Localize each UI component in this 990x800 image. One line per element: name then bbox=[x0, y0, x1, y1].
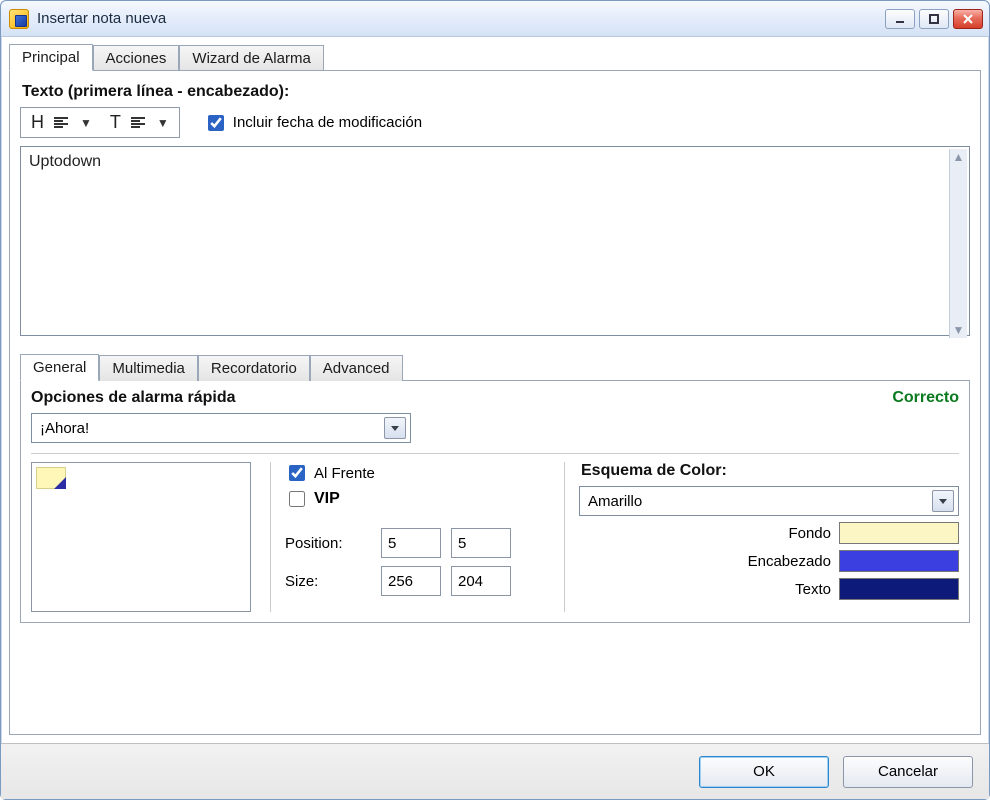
color-scheme-combo[interactable]: Amarillo bbox=[579, 486, 959, 516]
tab-general[interactable]: General bbox=[20, 354, 99, 381]
format-toolbar: H ▼ T ▼ bbox=[20, 107, 180, 138]
quick-alarm-dropdown-icon[interactable] bbox=[384, 417, 406, 439]
tab-acciones[interactable]: Acciones bbox=[93, 45, 180, 71]
cancel-button[interactable]: Cancelar bbox=[843, 756, 973, 788]
position-x-input[interactable] bbox=[381, 528, 441, 558]
heading-align-icon[interactable] bbox=[54, 117, 68, 128]
color-column: Esquema de Color: Amarillo Fondo bbox=[579, 462, 959, 612]
inner-tabstrip: General Multimedia Recordatorio Advanced bbox=[20, 351, 970, 381]
position-y-input[interactable] bbox=[451, 528, 511, 558]
window-frame: Insertar nota nueva Principal Acciones W… bbox=[0, 0, 990, 800]
vip-checkbox[interactable]: VIP bbox=[285, 488, 552, 510]
vip-label: VIP bbox=[314, 490, 340, 508]
size-w-input[interactable] bbox=[381, 566, 441, 596]
color-encabezado-swatch[interactable] bbox=[839, 550, 959, 572]
titlebar: Insertar nota nueva bbox=[1, 1, 989, 37]
color-texto-label: Texto bbox=[795, 581, 831, 598]
preview-column bbox=[31, 462, 271, 612]
include-mod-date-checkbox[interactable]: Incluir fecha de modificación bbox=[204, 112, 422, 134]
color-fondo-label: Fondo bbox=[788, 525, 831, 542]
options-column: Al Frente VIP Position: bbox=[285, 462, 565, 612]
minimize-button[interactable] bbox=[885, 9, 915, 29]
text-dropdown-icon[interactable]: ▼ bbox=[157, 116, 169, 130]
text-align-icon[interactable] bbox=[131, 117, 145, 128]
color-scheme-value: Amarillo bbox=[588, 493, 642, 510]
scroll-down-icon[interactable]: ▼ bbox=[953, 322, 965, 338]
color-encabezado-label: Encabezado bbox=[748, 553, 831, 570]
color-scheme-dropdown-icon[interactable] bbox=[932, 490, 954, 512]
maximize-button[interactable] bbox=[919, 9, 949, 29]
main-tabstrip: Principal Acciones Wizard de Alarma bbox=[9, 41, 981, 71]
ok-button[interactable]: OK bbox=[699, 756, 829, 788]
dialog-footer: OK Cancelar bbox=[1, 743, 989, 799]
size-label: Size: bbox=[285, 573, 371, 590]
color-fondo-swatch[interactable] bbox=[839, 522, 959, 544]
color-texto-swatch[interactable] bbox=[839, 578, 959, 600]
tab-multimedia[interactable]: Multimedia bbox=[99, 355, 198, 381]
al-frente-checkbox[interactable]: Al Frente bbox=[285, 462, 552, 484]
quick-alarm-combo[interactable]: ¡Ahora! bbox=[31, 413, 411, 443]
scroll-up-icon[interactable]: ▲ bbox=[953, 149, 965, 165]
note-preview-box bbox=[31, 462, 251, 612]
tab-principal[interactable]: Principal bbox=[9, 44, 93, 71]
vip-input[interactable] bbox=[289, 491, 305, 507]
quick-alarm-value: ¡Ahora! bbox=[40, 420, 89, 437]
app-icon bbox=[9, 9, 29, 29]
inner-tab-panel: Opciones de alarma rápida Correcto ¡Ahor… bbox=[20, 380, 970, 623]
window-title: Insertar nota nueva bbox=[37, 10, 166, 27]
alarm-section-label: Opciones de alarma rápida bbox=[31, 389, 236, 407]
position-label: Position: bbox=[285, 535, 371, 552]
alarm-status-label: Correcto bbox=[892, 389, 959, 407]
include-mod-date-input[interactable] bbox=[208, 115, 224, 131]
note-preview-icon bbox=[36, 467, 66, 489]
close-button[interactable] bbox=[953, 9, 983, 29]
note-textarea[interactable] bbox=[20, 146, 970, 336]
textarea-scrollbar[interactable]: ▲ ▼ bbox=[949, 149, 967, 338]
tab-wizard-alarma[interactable]: Wizard de Alarma bbox=[179, 45, 323, 71]
tab-advanced[interactable]: Advanced bbox=[310, 355, 403, 381]
text-format-button[interactable]: T bbox=[110, 112, 121, 133]
size-h-input[interactable] bbox=[451, 566, 511, 596]
include-mod-date-label: Incluir fecha de modificación bbox=[233, 114, 422, 131]
tab-recordatorio[interactable]: Recordatorio bbox=[198, 355, 310, 381]
heading-dropdown-icon[interactable]: ▼ bbox=[80, 116, 92, 130]
color-scheme-label: Esquema de Color: bbox=[581, 462, 957, 480]
main-tab-panel: Texto (primera línea - encabezado): H ▼ … bbox=[9, 70, 981, 735]
text-section-label: Texto (primera línea - encabezado): bbox=[22, 83, 968, 101]
al-frente-input[interactable] bbox=[289, 465, 305, 481]
al-frente-label: Al Frente bbox=[314, 465, 375, 482]
heading-format-button[interactable]: H bbox=[31, 112, 44, 133]
